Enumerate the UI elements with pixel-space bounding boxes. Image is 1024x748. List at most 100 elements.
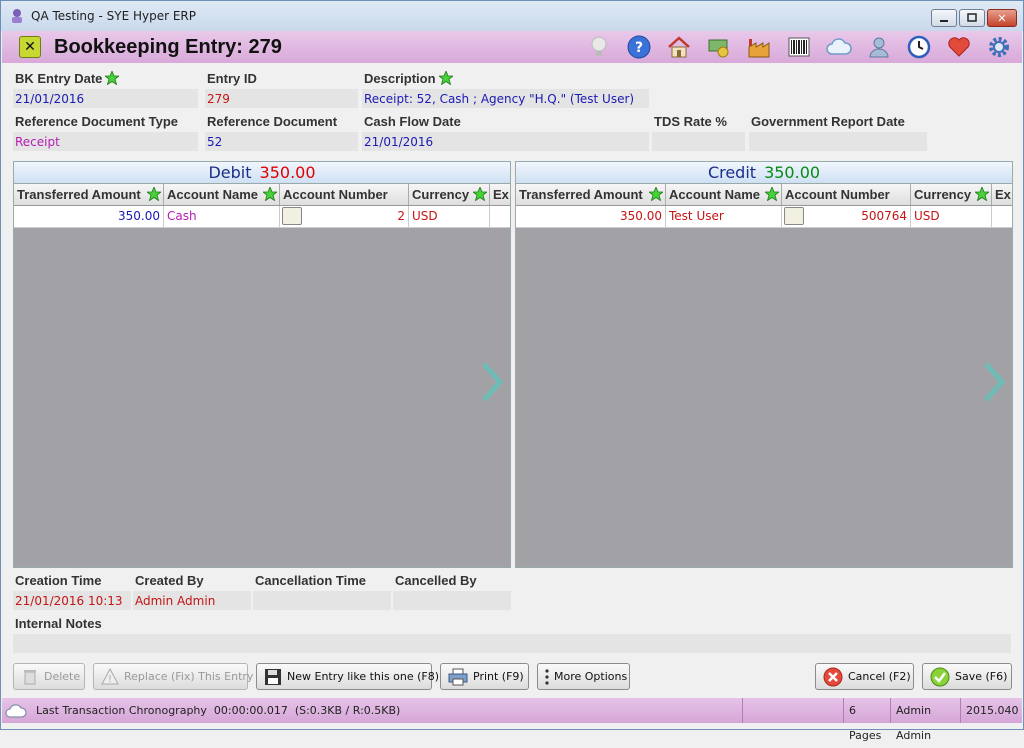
checkmark-icon bbox=[930, 667, 950, 687]
debit-account-name-cell[interactable]: Cash bbox=[164, 206, 280, 227]
gov-report-date-field[interactable] bbox=[749, 132, 927, 151]
credit-col-account-number[interactable]: Account Number bbox=[782, 184, 911, 205]
home-icon[interactable] bbox=[666, 34, 692, 60]
toolbar: ? bbox=[586, 34, 1012, 60]
debit-col-currency[interactable]: Currency bbox=[409, 184, 490, 205]
credit-amount-cell[interactable]: 350.00 bbox=[516, 206, 666, 227]
internal-notes-field[interactable] bbox=[13, 634, 1011, 653]
creation-time-label: Creation Time bbox=[15, 573, 102, 588]
status-user: Admin Admin bbox=[890, 698, 960, 742]
debit-total: 350.00 bbox=[259, 163, 316, 182]
debit-col-account-number[interactable]: Account Number bbox=[280, 184, 409, 205]
debit-ex-cell[interactable] bbox=[490, 206, 510, 227]
debit-column-header: Transferred Amount Account Name Account … bbox=[14, 184, 510, 206]
table-row[interactable]: 350.00 Test User 500764 USD bbox=[516, 206, 1012, 228]
credit-col-currency[interactable]: Currency bbox=[911, 184, 992, 205]
credit-account-number-cell[interactable]: 500764 bbox=[782, 206, 911, 227]
debit-panel-title: Debit 350.00 bbox=[14, 162, 510, 184]
cancellation-time-label: Cancellation Time bbox=[255, 573, 367, 588]
credit-title: Credit bbox=[707, 163, 757, 182]
debit-account-number-value: 2 bbox=[397, 209, 405, 223]
cloud-icon[interactable] bbox=[826, 34, 852, 60]
cancellation-time-field[interactable] bbox=[253, 591, 391, 610]
credit-col-ex[interactable]: Ex bbox=[992, 184, 1012, 205]
required-star-icon bbox=[975, 187, 989, 201]
credit-account-number-value: 500764 bbox=[861, 209, 907, 223]
close-window-button[interactable]: ✕ bbox=[987, 9, 1017, 27]
gov-report-date-label: Government Report Date bbox=[751, 114, 905, 129]
status-sizes: (S:0.3KB / R:0.5KB) bbox=[294, 704, 401, 717]
more-options-button-label: More Options bbox=[554, 670, 628, 683]
cancelled-by-field[interactable] bbox=[393, 591, 511, 610]
factory-icon[interactable] bbox=[746, 34, 772, 60]
money-icon[interactable] bbox=[706, 34, 732, 60]
required-star-icon bbox=[649, 187, 663, 201]
credit-col-amount[interactable]: Transferred Amount bbox=[516, 184, 666, 205]
debit-currency-cell[interactable]: USD bbox=[409, 206, 490, 227]
page-title: Bookkeeping Entry: 279 bbox=[54, 35, 282, 58]
print-button-label: Print (F9) bbox=[473, 670, 524, 683]
minimize-button[interactable] bbox=[931, 9, 957, 27]
status-bar: Last Transaction Chronography 00:00:00.0… bbox=[2, 698, 1022, 742]
page-header: ✕ Bookkeeping Entry: 279 ? bbox=[2, 31, 1022, 63]
ref-doc-type-field[interactable]: Receipt bbox=[13, 132, 198, 151]
lightbulb-icon[interactable] bbox=[586, 34, 612, 60]
debit-panel: Debit 350.00 Transferred Amount Account N… bbox=[13, 161, 511, 568]
trash-icon bbox=[21, 667, 39, 687]
account-lookup-icon[interactable] bbox=[784, 207, 804, 225]
bk-entry-date-field[interactable]: 21/01/2016 bbox=[13, 89, 198, 108]
app-window: QA Testing - SYE Hyper ERP ✕ ✕ Bookkeepi… bbox=[0, 0, 1024, 742]
required-star-icon bbox=[473, 187, 487, 201]
credit-account-name-cell[interactable]: Test User bbox=[666, 206, 782, 227]
cancel-button-label: Cancel (F2) bbox=[848, 670, 911, 683]
tds-rate-field[interactable] bbox=[652, 132, 745, 151]
status-time: 00:00:00.017 bbox=[213, 704, 288, 717]
status-pages: 6 Pages bbox=[843, 698, 890, 742]
status-empty bbox=[742, 698, 843, 723]
chevron-right-icon[interactable] bbox=[982, 360, 1008, 404]
barcode-icon[interactable] bbox=[786, 34, 812, 60]
credit-panel: Credit 350.00 Transferred Amount Account … bbox=[515, 161, 1013, 568]
window-title: QA Testing - SYE Hyper ERP bbox=[31, 9, 196, 23]
debit-col-ex[interactable]: Ex bbox=[490, 184, 510, 205]
delete-button[interactable]: Delete bbox=[13, 663, 85, 690]
close-entry-button[interactable]: ✕ bbox=[19, 36, 41, 58]
save-button[interactable]: Save (F6) bbox=[922, 663, 1012, 690]
debit-col-account-name[interactable]: Account Name bbox=[164, 184, 280, 205]
app-icon bbox=[12, 9, 22, 23]
replace-button[interactable]: ! Replace (Fix) This Entry bbox=[93, 663, 253, 690]
debit-account-number-cell[interactable]: 2 bbox=[280, 206, 409, 227]
gear-icon[interactable] bbox=[986, 34, 1012, 60]
debit-amount-cell[interactable]: 350.00 bbox=[14, 206, 164, 227]
internal-notes-label: Internal Notes bbox=[15, 616, 102, 631]
maximize-button[interactable] bbox=[959, 9, 985, 27]
heart-icon[interactable] bbox=[946, 34, 972, 60]
entry-id-field[interactable]: 279 bbox=[205, 89, 358, 108]
credit-col-account-name[interactable]: Account Name bbox=[666, 184, 782, 205]
table-row[interactable]: 350.00 Cash 2 USD bbox=[14, 206, 510, 228]
floppy-icon bbox=[264, 667, 282, 687]
cash-flow-date-label: Cash Flow Date bbox=[364, 114, 461, 129]
help-icon[interactable]: ? bbox=[626, 34, 652, 60]
status-label: Last Transaction Chronography bbox=[36, 704, 207, 717]
cancel-button[interactable]: Cancel (F2) bbox=[815, 663, 914, 690]
credit-ex-cell[interactable] bbox=[992, 206, 1012, 227]
credit-total: 350.00 bbox=[764, 163, 821, 182]
print-button[interactable]: Print (F9) bbox=[440, 663, 529, 690]
cash-flow-date-field[interactable]: 21/01/2016 bbox=[362, 132, 649, 151]
user-icon[interactable] bbox=[866, 34, 892, 60]
cloud-sync-icon bbox=[2, 702, 30, 720]
account-lookup-icon[interactable] bbox=[282, 207, 302, 225]
svg-text:?: ? bbox=[635, 40, 643, 56]
ref-doc-field[interactable]: 52 bbox=[205, 132, 358, 151]
creation-time-field[interactable]: 21/01/2016 10:13 bbox=[13, 591, 131, 610]
created-by-field[interactable]: Admin Admin bbox=[133, 591, 251, 610]
chevron-right-icon[interactable] bbox=[480, 360, 506, 404]
debit-col-amount[interactable]: Transferred Amount bbox=[14, 184, 164, 205]
svg-text:!: ! bbox=[108, 674, 112, 685]
new-entry-button[interactable]: New Entry like this one (F8) bbox=[256, 663, 439, 690]
credit-currency-cell[interactable]: USD bbox=[911, 206, 992, 227]
more-options-button[interactable]: More Options bbox=[537, 663, 630, 690]
description-field[interactable]: Receipt: 52, Cash ; Agency "H.Q." (Test … bbox=[362, 89, 649, 108]
clock-icon[interactable] bbox=[906, 34, 932, 60]
